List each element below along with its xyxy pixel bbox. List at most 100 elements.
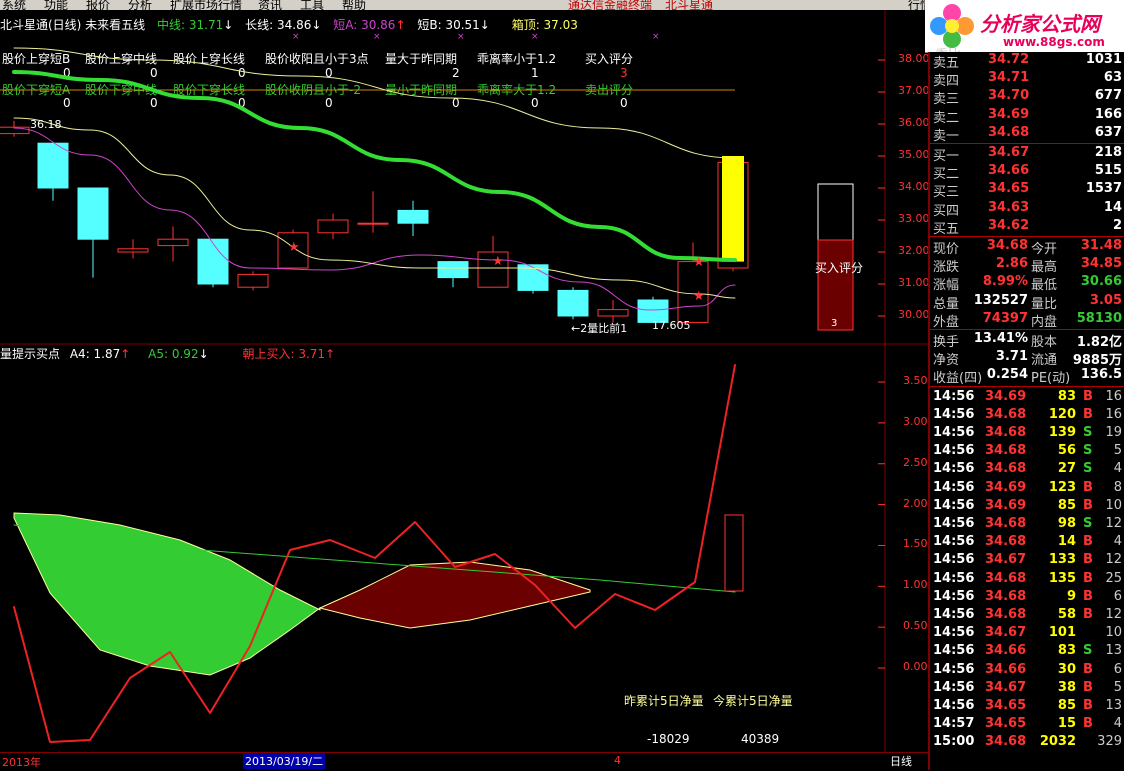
- tick-time: 14:56: [933, 406, 975, 422]
- candle[interactable]: [37, 142, 69, 201]
- stat-label: 内盘: [1031, 314, 1058, 330]
- chart-canvas[interactable]: × × × × × ★ ★ ★ ★: [0, 10, 928, 762]
- tick-volume: 120: [1048, 406, 1076, 422]
- tick-side: B: [1083, 661, 1093, 677]
- tick-time: 14:56: [933, 388, 975, 404]
- tick-side: B: [1083, 406, 1093, 422]
- ask-volume: 166: [1094, 106, 1122, 122]
- menu-item-news[interactable]: 资讯: [258, 0, 282, 10]
- broker-subtitle: 北斗星通: [665, 0, 714, 10]
- tick-count: 4: [1113, 534, 1122, 550]
- signal-x-marker: ×: [373, 32, 381, 42]
- bid-row: 买四 34.63 14: [933, 200, 1124, 219]
- signal-x-marker: ×: [457, 32, 465, 42]
- tick-time: 14:56: [933, 643, 975, 659]
- candle[interactable]: [357, 191, 389, 233]
- candle[interactable]: [557, 287, 589, 320]
- menu-item-tools[interactable]: 工具: [300, 0, 324, 10]
- tick-count: 10: [1105, 497, 1122, 513]
- stat-label: 总量: [933, 296, 960, 312]
- stat-value: 0.254: [986, 367, 1028, 383]
- divider: [930, 236, 1124, 237]
- tick-volume: 123: [1048, 479, 1076, 495]
- bid-volume: 515: [1094, 163, 1122, 179]
- tick-time: 14:57: [933, 716, 975, 732]
- tick-row: 14:56 34.69 85 B 10: [933, 498, 1124, 516]
- tick-volume: 15: [1057, 716, 1076, 732]
- ask-volume: 63: [1103, 70, 1122, 86]
- candle[interactable]: [397, 200, 429, 236]
- tick-volume: 135: [1048, 570, 1076, 586]
- score-fill: [817, 239, 854, 331]
- candle[interactable]: [317, 213, 349, 240]
- candle[interactable]: [437, 261, 469, 288]
- score-box-label: 买入评分: [815, 261, 864, 275]
- tick-time: 14:56: [933, 479, 975, 495]
- ask-level-label: 卖二: [933, 110, 960, 126]
- stat-value: 31.48: [1080, 238, 1122, 253]
- stat-value: 2.86: [995, 256, 1028, 272]
- bid-price: 34.65: [988, 181, 1030, 197]
- ask-level-label: 卖五: [933, 56, 960, 71]
- tick-count: 12: [1105, 607, 1122, 622]
- stat-label: 收益(四): [933, 371, 983, 387]
- menu-item-help[interactable]: 帮助: [342, 0, 366, 10]
- stat-value: 13.41%: [973, 331, 1028, 346]
- tick-side: S: [1083, 461, 1093, 477]
- stat-row: 净资 3.71 流通 9885万: [933, 349, 1124, 368]
- tick-count: 4: [1113, 461, 1122, 477]
- tick-count: 10: [1105, 625, 1122, 641]
- tick-time: 15:00: [933, 734, 975, 750]
- candle[interactable]: [77, 187, 109, 278]
- bid-price: 34.62: [988, 217, 1030, 233]
- tick-row: 14:56 34.68 58 B 12: [933, 607, 1124, 625]
- high-price-label: 36.18: [30, 118, 62, 131]
- candle[interactable]: [157, 226, 189, 262]
- tick-side: B: [1083, 698, 1093, 713]
- ask-volume: 637: [1094, 124, 1122, 140]
- candle[interactable]: [717, 156, 749, 272]
- tick-side: B: [1083, 479, 1093, 495]
- candle[interactable]: [117, 239, 149, 259]
- tick-volume: 85: [1057, 497, 1076, 513]
- tick-volume: 27: [1057, 461, 1076, 477]
- tick-count: 5: [1113, 443, 1122, 459]
- ask-price: 34.72: [988, 52, 1030, 67]
- stat-row: 涨跌 2.86 最高 34.85: [933, 256, 1124, 275]
- tick-time: 14:56: [933, 516, 975, 531]
- tick-price: 34.69: [985, 479, 1027, 495]
- stat-value: 34.68: [986, 238, 1028, 253]
- tick-price: 34.68: [985, 534, 1027, 550]
- tick-count: 25: [1105, 570, 1122, 586]
- tick-side: B: [1083, 716, 1093, 732]
- order-ratio-label: 委比: [935, 44, 961, 52]
- menu-item-function[interactable]: 功能: [44, 0, 68, 10]
- tick-time: 14:56: [933, 461, 975, 477]
- tick-time: 14:56: [933, 552, 975, 568]
- long-line: [13, 47, 736, 159]
- tick-side: S: [1083, 425, 1093, 440]
- net-volume-label-2: 今累计5日净量: [713, 694, 793, 708]
- candle[interactable]: [237, 271, 269, 291]
- tick-row: 15:00 34.68 2032 329: [933, 734, 1124, 752]
- signal-x-marker: ×: [292, 32, 300, 42]
- period-button[interactable]: 日线: [890, 753, 912, 769]
- bid-level-label: 买五: [933, 221, 960, 237]
- ask-volume: 1031: [1085, 52, 1122, 67]
- ask-row: 卖四 34.71 63: [933, 70, 1124, 89]
- tick-volume: 133: [1048, 552, 1076, 568]
- menu-item-system[interactable]: 系统: [2, 0, 26, 10]
- buy-star-icon: ★: [693, 289, 705, 304]
- stat-label: 今开: [1031, 242, 1058, 257]
- stat-value: 1.82亿: [1076, 335, 1122, 350]
- menu-item-analysis[interactable]: 分析: [128, 0, 152, 10]
- signal-x-marker: ×: [531, 32, 539, 42]
- tick-row: 14:56 34.67 101 10: [933, 625, 1124, 643]
- menu-item-extmarket[interactable]: 扩展市场行情: [170, 0, 242, 10]
- tick-row: 14:56 34.65 85 B 13: [933, 698, 1124, 716]
- tick-side: B: [1083, 570, 1093, 586]
- menu-item-quote[interactable]: 报价: [86, 0, 110, 10]
- tick-side: B: [1083, 679, 1093, 695]
- ask-row: 卖五 34.72 1031: [933, 52, 1124, 71]
- candle[interactable]: [197, 238, 229, 288]
